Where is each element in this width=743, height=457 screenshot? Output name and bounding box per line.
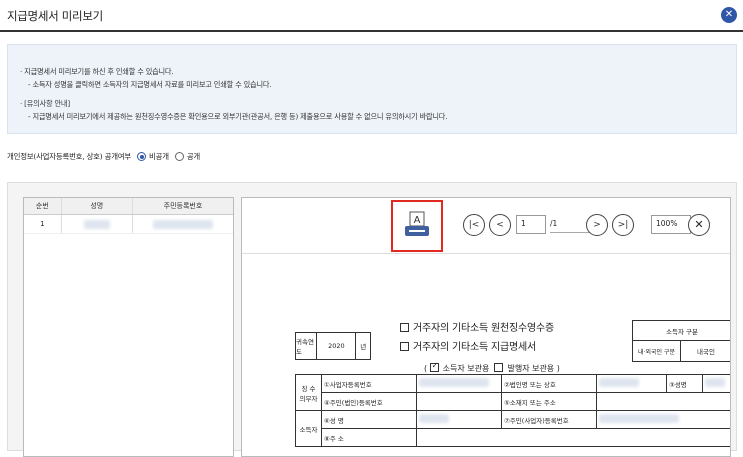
notice-box: · 지급명세서 미리보기를 하신 후 인쇄할 수 있습니다. - 소득자 성명을…	[7, 44, 737, 134]
name6-label: ⑥성 명	[321, 410, 417, 429]
list-header: 순번 성명 주민등록번호	[24, 198, 233, 215]
col-no: 순번	[24, 198, 62, 214]
next-page-icon[interactable]: >	[586, 214, 608, 236]
checkbox-icon	[494, 363, 504, 372]
resident7-label: ⑦주민(사업자)등록번호	[501, 410, 597, 429]
col-resident-no: 주민등록번호	[163, 202, 203, 210]
prev-page-icon[interactable]: <	[489, 214, 511, 236]
corp-name-label: ②법인명 또는 상호	[501, 374, 597, 393]
preview-area: 순번 성명 주민등록번호 1 A |< < 1 /1 > >| 100% ✕ 거…	[7, 182, 737, 457]
checkbox-icon	[400, 323, 409, 332]
page-total: /1	[550, 216, 590, 233]
list-item[interactable]: 1	[24, 215, 233, 234]
checked-checkbox-icon: ✓	[429, 361, 439, 372]
resident-no-label: ④주민(법인)등록번호	[321, 392, 417, 411]
svg-text:A: A	[414, 215, 421, 226]
radio-public[interactable]	[174, 152, 184, 161]
notice-line: · [유의사항 안내]	[20, 99, 70, 108]
year-value: 2020	[317, 333, 357, 359]
notice-line: - 지급명세서 미리보기에서 제공하는 원천징수영수증은 확인용으로 외부기관(…	[28, 112, 448, 121]
address5-label: ⑤소재지 또는 주소	[501, 392, 597, 411]
close-icon[interactable]: ✕	[688, 214, 710, 236]
viewer-toolbar: A |< < 1 /1 > >| 100% ✕	[242, 198, 730, 254]
year-box: 귀속연도 2020 년	[295, 332, 371, 360]
radio-private-label[interactable]: 비공개	[149, 151, 169, 162]
zoom-input[interactable]: 100%	[651, 215, 691, 234]
earner-type-label: 소득자 구분	[633, 321, 730, 341]
row-no: 1	[24, 215, 62, 233]
earner-list: 순번 성명 주민등록번호 1	[23, 197, 234, 457]
dialog-header: 지급명세서 미리보기 ✕	[0, 0, 743, 32]
print-icon[interactable]: A	[404, 211, 430, 239]
document-viewer: A |< < 1 /1 > >| 100% ✕ 거주자의 기타소득 원천징수영수…	[241, 197, 731, 457]
close-icon[interactable]: ✕	[721, 7, 737, 23]
address8-label: ⑧주 소	[321, 428, 417, 447]
row-resident-no	[133, 215, 233, 233]
form-title-2: 거주자의 기타소득 지급명세서	[400, 338, 536, 353]
last-page-icon[interactable]: >|	[612, 214, 634, 236]
privacy-setting: 개인정보(사업자등록번호, 상호) 공개여부 비공개 공개	[7, 151, 200, 162]
biz-no-label: ①사업자등록번호	[321, 374, 417, 393]
form-title-1: 거주자의 기타소득 원천징수영수증	[400, 319, 554, 334]
col-name: 성명	[62, 198, 133, 214]
dialog-title: 지급명세서 미리보기	[7, 9, 103, 23]
domestic-value: 내국인	[697, 348, 715, 356]
checkbox-icon	[400, 342, 409, 351]
withholder-label: 징 수 의무자	[295, 374, 322, 411]
privacy-label: 개인정보(사업자등록번호, 상호) 공개여부	[7, 152, 132, 161]
earner-label: 소득자	[295, 410, 322, 447]
year-label: 귀속연도	[296, 333, 318, 359]
copy-type: ( ✓ 소득자 보관용 발행자 보관용 )	[424, 361, 560, 373]
year-unit: 년	[360, 343, 367, 351]
domestic-foreign-label: 내·외국인 구분	[633, 341, 681, 361]
radio-private[interactable]	[137, 152, 147, 161]
row-name[interactable]	[62, 215, 133, 233]
notice-line: · 지급명세서 미리보기를 하신 후 인쇄할 수 있습니다.	[20, 67, 174, 76]
earner-type-box: 소득자 구분 내·외국인 구분 내국인	[632, 320, 730, 362]
form-table: 징 수 의무자 ①사업자등록번호 ②법인명 또는 상호 ③성명 ④주민(법인)등…	[295, 374, 730, 447]
first-page-icon[interactable]: |<	[463, 214, 485, 236]
radio-public-label[interactable]: 공개	[187, 151, 200, 162]
page-input[interactable]: 1	[516, 215, 546, 234]
notice-line: - 소득자 성명을 클릭하면 소득자의 지급명세서 자료를 미리보고 인쇄할 수…	[28, 80, 272, 89]
name3-label: ③성명	[666, 374, 703, 393]
